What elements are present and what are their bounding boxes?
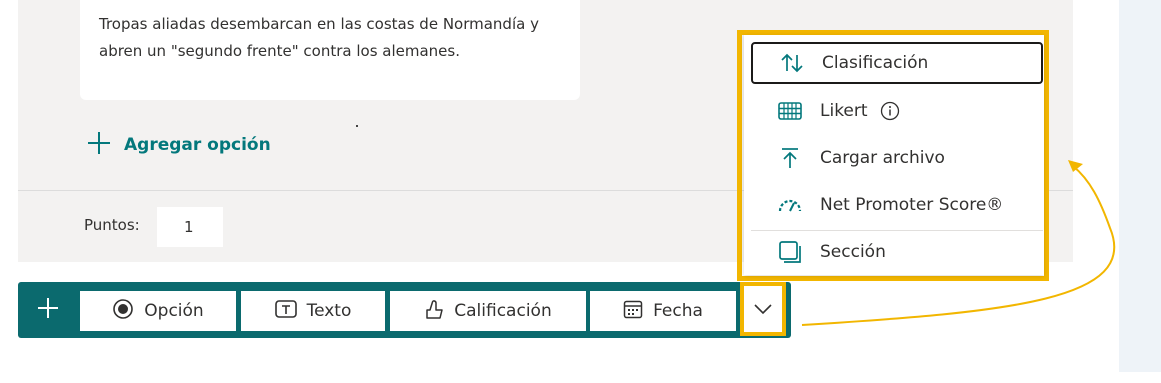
annotation-arrow: [801, 160, 1116, 326]
